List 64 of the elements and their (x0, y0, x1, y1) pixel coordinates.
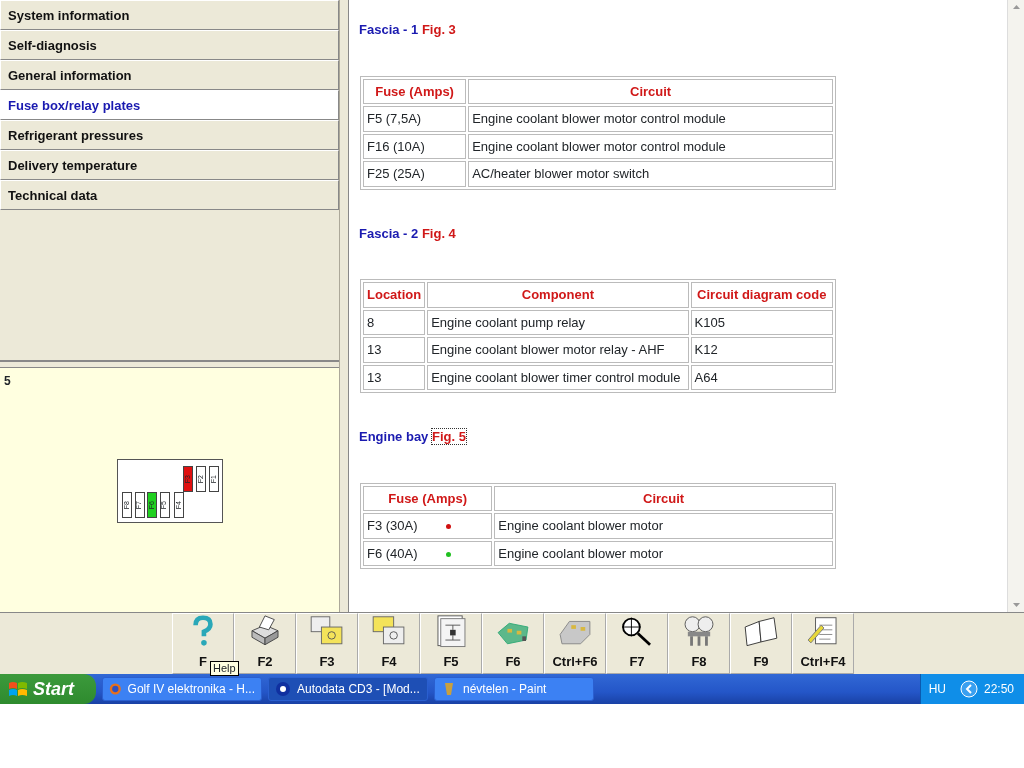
toolbar-button[interactable]: F4 (358, 613, 420, 674)
column-header: Circuit (494, 485, 833, 511)
table-cell: AC/heater blower motor switch (472, 166, 650, 181)
toolbar-button[interactable]: F6 (482, 613, 544, 674)
tooltip: Help (210, 661, 239, 676)
toolbar-button[interactable]: F8 (668, 613, 730, 674)
scrollbar[interactable] (1007, 0, 1024, 612)
table-cell: K105 (694, 314, 725, 330)
column-header: Fuse (Amps) (363, 485, 493, 511)
column-header: Circuit diagram code (690, 282, 833, 308)
table-cell: F25 (25A) (367, 166, 425, 181)
language-indicator: HU (928, 681, 946, 698)
toolbar-button[interactable]: F9 (730, 613, 792, 674)
section-title: Engine bay (359, 429, 429, 444)
table-cell: 8 (367, 314, 375, 330)
column-header: Location (363, 282, 426, 308)
table-cell: Engine coolant blower motor (498, 545, 663, 561)
app-icon (275, 681, 291, 697)
start-button[interactable]: Start (0, 674, 96, 704)
menu-item[interactable]: Fuse box/relay plates (0, 90, 339, 120)
menu-item[interactable]: Refrigerant pressures (0, 120, 339, 150)
figure-link[interactable]: Fig. 3 (421, 22, 456, 37)
toolbar-button[interactable]: Ctrl+F6 (544, 613, 606, 674)
menu-item[interactable]: Self-diagnosis (0, 30, 339, 60)
table-cell: Engine coolant blower motor relay - AHF (431, 342, 665, 357)
figure-link[interactable]: Fig. 5 (432, 429, 466, 444)
section-title: Fascia - 1 (359, 22, 419, 37)
table-cell: Engine coolant blower timer control module (431, 369, 681, 385)
column-header: Fuse (Amps) (363, 78, 467, 104)
taskbar-button[interactable]: Golf IV elektronika - H... (102, 677, 262, 701)
menu-item[interactable]: General information (0, 60, 339, 90)
figure-number: 5 (4, 373, 12, 390)
section-title: Fascia - 2 (359, 225, 419, 241)
menu-item[interactable]: Delivery temperature (0, 150, 339, 180)
scroll-up-icon[interactable] (1012, 5, 1020, 9)
chevron-icon[interactable] (959, 680, 978, 698)
column-header: Component (427, 282, 689, 308)
toolbar-button[interactable]: F3 (296, 613, 358, 674)
clock: 22:50 (983, 681, 1014, 698)
table-cell: A64 (694, 369, 718, 385)
taskbar-button[interactable]: névtelen - Paint (434, 677, 594, 701)
browser-icon (109, 681, 122, 697)
toolbar-button[interactable]: Ctrl+F4 (792, 613, 854, 674)
table-cell: 13 (367, 369, 382, 385)
table-cell: K12 (694, 342, 718, 357)
menu-item[interactable]: System information (0, 0, 339, 30)
table-cell: Engine coolant pump relay (431, 314, 586, 330)
table-cell: F5 (7,5A) (367, 111, 422, 126)
scroll-down-icon[interactable] (1012, 603, 1020, 607)
table-cell: F6 (40A) (367, 545, 418, 561)
windows-logo-icon (8, 680, 28, 698)
taskbar-button[interactable]: Autodata CD3 - [Mod... (268, 677, 428, 701)
table-cell: F16 (10A) (367, 138, 425, 154)
toolbar-button[interactable]: F2 (234, 613, 296, 674)
table-cell: F3 (30A) (367, 518, 418, 533)
table-cell: Engine coolant blower motor (498, 518, 663, 533)
menu-item[interactable]: Technical data (0, 180, 339, 210)
figure-link[interactable]: Fig. 4 (421, 225, 456, 241)
table-cell: 13 (367, 342, 382, 357)
column-header: Circuit (468, 78, 833, 104)
table-cell: Engine coolant blower motor control module (472, 111, 726, 126)
toolbar-button[interactable]: F5 (420, 613, 482, 674)
toolbar-button[interactable]: F7 (606, 613, 668, 674)
table-cell: Engine coolant blower motor control module (472, 138, 726, 154)
